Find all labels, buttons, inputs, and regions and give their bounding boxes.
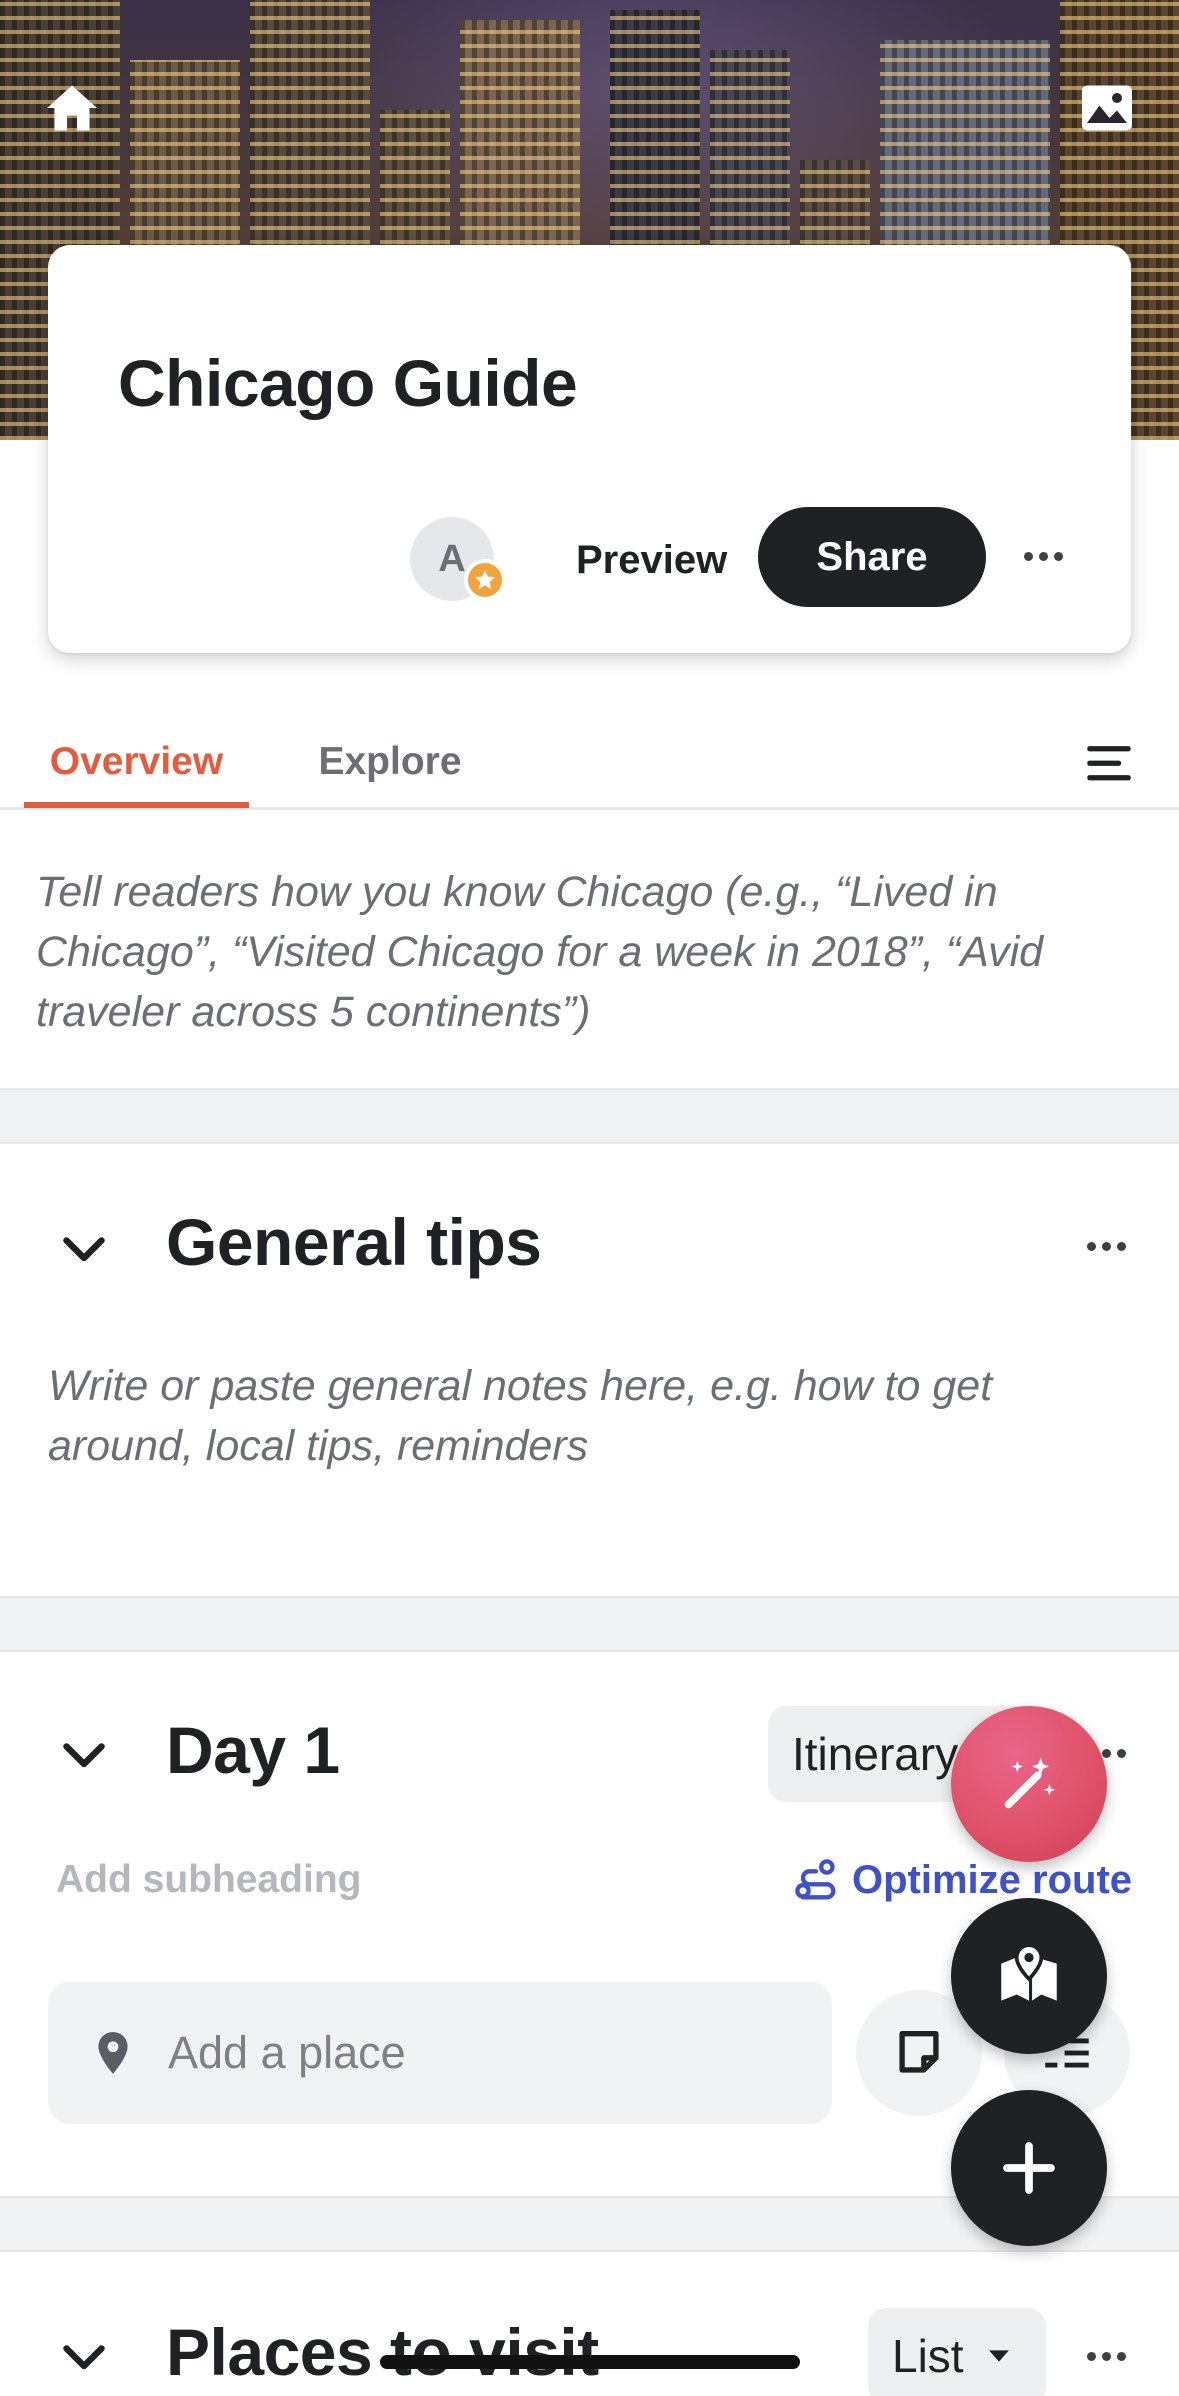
view-mode-label: List (892, 2330, 964, 2382)
general-notes-field[interactable]: Write or paste general notes here, e.g. … (48, 1356, 1108, 1476)
optimize-route-button[interactable]: Optimize route (790, 1852, 1132, 1908)
page-title[interactable]: Chicago Guide (118, 345, 578, 421)
add-place-input[interactable] (168, 2027, 808, 2079)
tab-explore[interactable]: Explore (300, 728, 480, 808)
more-options-icon[interactable] (1008, 531, 1078, 581)
tab-overview[interactable]: Overview (24, 728, 249, 808)
section-title-places[interactable]: Places to visit (166, 2314, 599, 2390)
add-subheading-field[interactable]: Add subheading (56, 1858, 362, 1902)
view-mode-label: Itinerary (792, 1728, 959, 1780)
more-options-icon[interactable] (1076, 1226, 1136, 1266)
route-icon (795, 1859, 836, 1900)
magic-wand-icon (1004, 1757, 1056, 1809)
map-view-button[interactable] (951, 1898, 1107, 2054)
location-pin-icon (98, 2032, 128, 2074)
home-icon[interactable] (40, 76, 104, 140)
section-title-day-1[interactable]: Day 1 (166, 1712, 340, 1788)
add-place-field[interactable] (48, 1982, 832, 2124)
section-title-general-tips[interactable]: General tips (166, 1204, 542, 1280)
tab-bar: Overview Explore (0, 718, 1179, 810)
image-icon[interactable] (1075, 76, 1139, 140)
author-intro-field[interactable]: Tell readers how you know Chicago (e.g.,… (36, 862, 1126, 1042)
chevron-down-icon[interactable] (54, 2326, 114, 2386)
note-icon (899, 2031, 939, 2073)
plus-icon (1003, 2142, 1055, 2194)
section-divider (0, 1088, 1179, 1144)
view-mode-dropdown[interactable]: List (868, 2308, 1046, 2396)
preview-button[interactable]: Preview (554, 526, 749, 594)
home-indicator[interactable] (380, 2355, 800, 2369)
caret-down-icon (988, 2350, 1009, 2362)
share-button[interactable]: Share (758, 507, 986, 607)
optimize-route-label: Optimize route (852, 1857, 1133, 1902)
map-icon (1001, 1943, 1057, 2001)
ai-assist-button[interactable] (951, 1706, 1107, 1862)
star-icon (464, 559, 506, 601)
guide-header-card: Chicago Guide A Preview Share (48, 245, 1131, 653)
more-options-icon[interactable] (1076, 2336, 1136, 2376)
section-divider (0, 1596, 1179, 1652)
chevron-down-icon[interactable] (54, 1724, 114, 1784)
chevron-down-icon[interactable] (54, 1218, 114, 1278)
add-button[interactable] (951, 2090, 1107, 2246)
menu-icon[interactable] (1080, 734, 1138, 792)
